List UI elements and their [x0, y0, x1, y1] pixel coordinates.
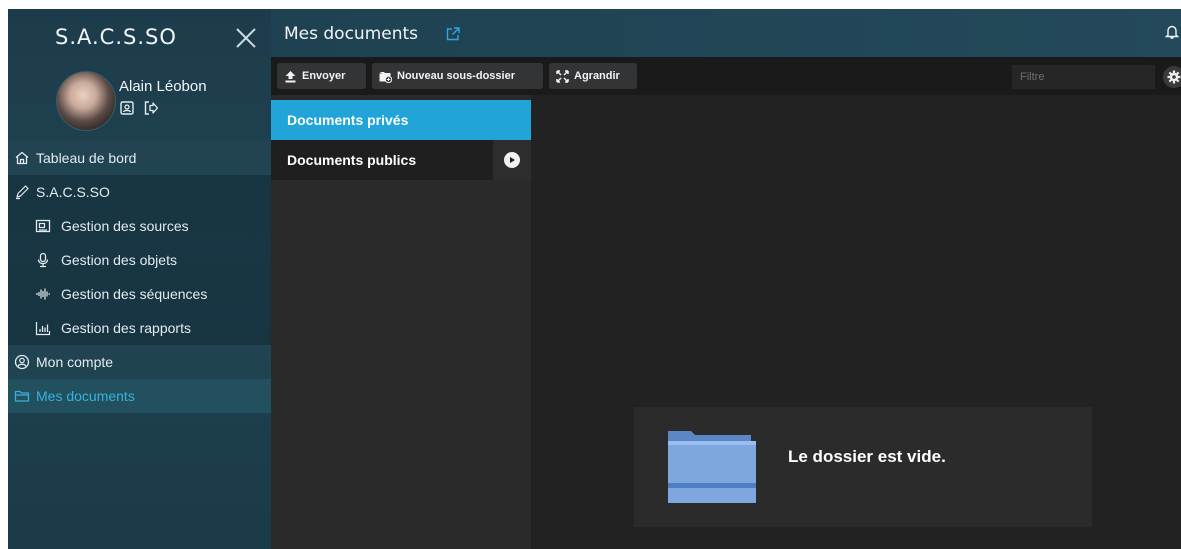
folder-public[interactable]: Documents publics: [271, 140, 531, 180]
sidebar-item-label: Tableau de bord: [36, 150, 137, 166]
new-folder-label: Nouveau sous-dossier: [397, 70, 515, 82]
empty-state: Le dossier est vide.: [634, 407, 1092, 527]
sidebar-item-documents[interactable]: Mes documents: [8, 379, 271, 413]
play-arrow-icon: [504, 152, 520, 168]
sources-icon: [35, 219, 51, 233]
toolbar: Envoyer Nouveau sous-dossier Agrandir: [271, 57, 1181, 95]
upload-icon: [285, 70, 296, 82]
folder-private[interactable]: Documents privés: [271, 100, 531, 140]
sidebar-item-sequences[interactable]: Gestion des séquences: [8, 277, 271, 311]
user-circle-icon: [14, 354, 30, 370]
expand-folder-button[interactable]: [493, 140, 531, 180]
profile-card-icon[interactable]: [119, 100, 135, 116]
pen-icon: [16, 185, 29, 200]
sidebar-item-label: Mes documents: [36, 388, 135, 404]
home-icon: [15, 151, 29, 165]
page-title: Mes documents: [284, 24, 419, 44]
folder-panel: Documents privés Documents publics: [271, 95, 531, 549]
user-name: Alain Léobon: [119, 78, 207, 95]
bar-chart-icon: [35, 322, 51, 336]
external-link-icon[interactable]: [445, 26, 461, 42]
empty-folder-icon: [668, 431, 756, 503]
logout-icon[interactable]: [143, 100, 159, 116]
empty-message: Le dossier est vide.: [788, 447, 946, 466]
upload-label: Envoyer: [302, 70, 346, 82]
close-icon[interactable]: [234, 26, 258, 50]
upload-button[interactable]: Envoyer: [277, 63, 366, 89]
folder-icon: [14, 390, 30, 402]
folder-label: Documents publics: [287, 152, 417, 168]
avatar[interactable]: [56, 71, 116, 131]
filter-input[interactable]: [1012, 65, 1155, 89]
bell-icon[interactable]: [1165, 24, 1179, 40]
sidebar-item-label: Gestion des rapports: [61, 320, 191, 336]
document-area: Le dossier est vide.: [531, 95, 1181, 549]
brand-title: S.A.C.S.SO: [55, 25, 177, 49]
sidebar-item-label: Mon compte: [36, 354, 114, 370]
folder-label: Documents privés: [287, 112, 409, 128]
sidebar-nav: Tableau de bord S.A.C.S.SO Gestion des s…: [8, 141, 271, 413]
app-window: S.A.C.S.SO Alain Léobon Tableau de bord …: [8, 9, 1181, 549]
sidebar-item-account[interactable]: Mon compte: [8, 345, 271, 379]
expand-label: Agrandir: [574, 70, 620, 82]
fullscreen-icon: [556, 69, 569, 83]
sidebar-item-sacsso[interactable]: S.A.C.S.SO: [8, 175, 271, 209]
expand-button[interactable]: Agrandir: [549, 63, 637, 89]
new-folder-button[interactable]: Nouveau sous-dossier: [372, 63, 543, 89]
sidebar-item-reports[interactable]: Gestion des rapports: [8, 311, 271, 345]
new-folder-icon: [379, 71, 392, 83]
profile-actions: [119, 100, 159, 116]
sidebar-item-objects[interactable]: Gestion des objets: [8, 243, 271, 277]
microphone-icon: [37, 252, 49, 268]
gear-icon[interactable]: [1163, 66, 1181, 88]
sidebar-item-sources[interactable]: Gestion des sources: [8, 209, 271, 243]
sidebar: S.A.C.S.SO Alain Léobon Tableau de bord …: [8, 9, 271, 549]
user-profile: Alain Léobon: [8, 65, 271, 143]
brand-bar: S.A.C.S.SO: [8, 9, 271, 65]
waveform-icon: [36, 288, 50, 300]
page-header: Mes documents: [271, 9, 1181, 57]
sidebar-item-label: Gestion des séquences: [61, 286, 208, 302]
sidebar-item-label: S.A.C.S.SO: [36, 184, 110, 200]
sidebar-item-label: Gestion des sources: [61, 218, 189, 234]
sidebar-item-label: Gestion des objets: [61, 252, 177, 268]
sidebar-item-dashboard[interactable]: Tableau de bord: [8, 141, 271, 175]
